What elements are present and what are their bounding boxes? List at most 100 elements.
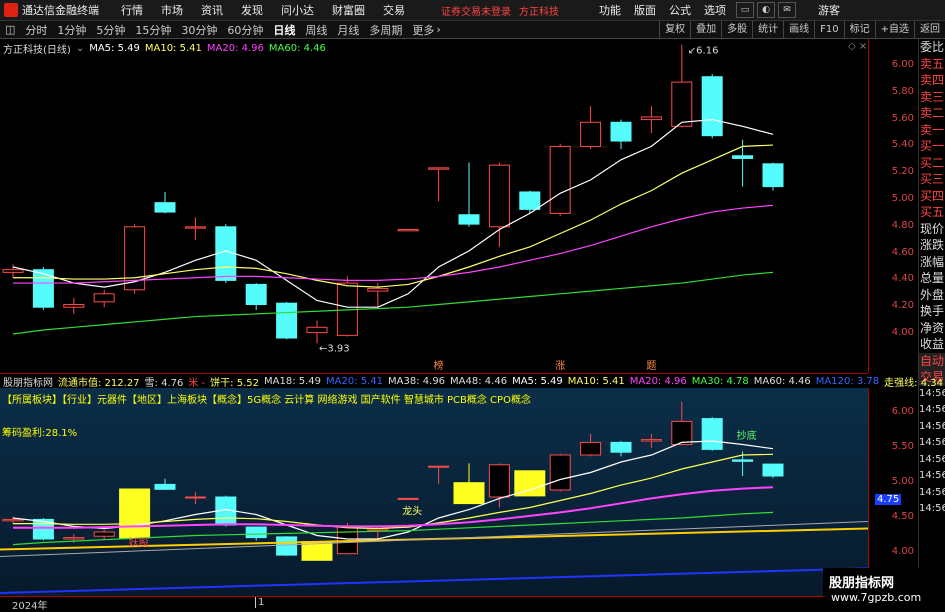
sidebar-label[interactable]: 卖四 <box>919 72 945 89</box>
ind-item: MA30: 4.78 <box>691 375 749 387</box>
trade-time: 14:56 <box>919 404 945 415</box>
sub-candle-body <box>367 528 389 532</box>
login-status[interactable]: 证券交易未登录 <box>441 3 511 18</box>
menu-xuanxiang[interactable]: 选项 <box>704 2 726 18</box>
sub-candle-body <box>154 483 176 490</box>
sidebar-label[interactable]: 净资 <box>919 320 945 337</box>
btn-diejia[interactable]: 叠加 <box>690 20 721 39</box>
sub-candle-body <box>701 418 723 450</box>
watermark-url: www.7gpzb.com <box>831 591 922 604</box>
guest-user[interactable]: 游客 <box>818 2 840 18</box>
app-title: 通达信金融终端 <box>22 4 99 17</box>
ind-item: MA60: 4.46 <box>753 375 811 387</box>
sidebar-label[interactable]: 总量 <box>919 270 945 287</box>
sub-candle-body <box>610 441 632 453</box>
sub-candle-body <box>245 526 267 539</box>
ind-item: MA120: 3.78 <box>815 375 880 387</box>
menu-zixun[interactable]: 资讯 <box>201 2 223 18</box>
sidebar-label[interactable]: 买四 <box>919 188 945 205</box>
skin-icon[interactable]: ◐ <box>757 2 775 18</box>
menu-jiaoyi[interactable]: 交易 <box>383 2 405 18</box>
period-monthly[interactable]: 月线 <box>337 22 359 38</box>
price-tick: 4.80 <box>891 219 914 231</box>
sidebar-label[interactable]: 涨幅 <box>919 254 945 271</box>
sidebar-label[interactable]: 买一 <box>919 138 945 155</box>
menu-caifuquan[interactable]: 财富圈 <box>332 2 365 18</box>
btn-fuquan[interactable]: 复权 <box>659 20 690 39</box>
toolbar-collapse-icon[interactable]: ◫ <box>5 23 15 36</box>
sub-price-axis: 6.00 5.50 5.00 4.75 4.50 4.00 <box>868 388 918 596</box>
btn-tongji[interactable]: 统计 <box>752 20 783 39</box>
menu-faxian[interactable]: 发现 <box>241 2 263 18</box>
btn-zixuan[interactable]: +自选 <box>874 20 914 39</box>
signal-mark: 榜 <box>434 359 444 372</box>
ma120-line <box>0 567 868 594</box>
period-daily[interactable]: 日线 <box>273 22 295 38</box>
chevron-down-icon[interactable]: ⌄ <box>76 43 84 54</box>
menu-wenxiaoda[interactable]: 问小达 <box>281 2 314 18</box>
quote-sidebar: 委比 卖五 卖四 卖三 卖二 卖一 买一 买二 买三 买四 买五 现价 涨跌 涨幅 总量 外盘 换手 净资 收益 自动… <box>918 39 945 609</box>
chevron-right-icon[interactable]: › <box>436 23 440 36</box>
candle-body <box>397 228 419 232</box>
sidebar-label[interactable]: 涨跌 <box>919 237 945 254</box>
sidebar-label[interactable]: 换手 <box>919 303 945 320</box>
sidebar-label[interactable]: 买五 <box>919 204 945 221</box>
window-mode-icon[interactable]: ▭ <box>736 2 754 18</box>
period-more[interactable]: 更多 <box>412 22 434 38</box>
sidebar-label[interactable]: 卖一 <box>919 122 945 139</box>
signal-label: 龙头 <box>402 505 422 518</box>
candle-body <box>184 226 206 229</box>
signal-label: 妖股 <box>129 536 149 549</box>
sidebar-label[interactable]: 现价 <box>919 221 945 238</box>
price-tick: 5.20 <box>891 166 914 178</box>
sidebar-label[interactable]: 买二 <box>919 155 945 172</box>
period-multi[interactable]: 多周期 <box>369 22 402 38</box>
sidebar-label[interactable]: 卖五 <box>919 56 945 73</box>
ind-item: 雪: 4.76 <box>144 377 184 389</box>
candle-body <box>640 116 662 121</box>
candle-body <box>701 76 723 137</box>
period-60min[interactable]: 60分钟 <box>227 22 263 38</box>
trade-time: 14:56 <box>919 437 945 448</box>
watermark-brand: 股朋指标网 <box>829 576 895 591</box>
sub-candle-body <box>119 488 151 539</box>
sidebar-tab[interactable]: 自动 <box>919 352 945 369</box>
candle-body <box>610 121 632 142</box>
sidebar-label[interactable]: 买三 <box>919 171 945 188</box>
candle-body <box>367 287 389 292</box>
main-kline-chart[interactable]: ↙6.16 ←3.93 榜 涨 题 <box>0 39 868 373</box>
sub-price-tick: 5.00 <box>891 476 914 487</box>
period-5min[interactable]: 5分钟 <box>96 22 125 38</box>
ma20-value: MA20: 4.96 <box>206 42 264 54</box>
period-30min[interactable]: 30分钟 <box>181 22 217 38</box>
menu-shichang[interactable]: 市场 <box>161 2 183 18</box>
btn-f10[interactable]: F10 <box>814 20 843 39</box>
sidebar-label[interactable]: 卖三 <box>919 89 945 106</box>
ind-item: 走强线: 4.34 <box>884 377 943 389</box>
watermark: 股朋指标网 www.7gpzb.com <box>823 568 945 609</box>
concept-tags: 【所属板块】【行业】元器件【地区】上海板块【概念】5G概念 云计算 网络游戏 国… <box>2 395 531 406</box>
menu-hangqing[interactable]: 行情 <box>121 2 143 18</box>
sidebar-label[interactable]: 委比 <box>919 39 945 56</box>
sub-candle-body <box>93 531 115 537</box>
btn-duogu[interactable]: 多股 <box>721 20 752 39</box>
btn-huaxian[interactable]: 画线 <box>783 20 814 39</box>
sidebar-label[interactable]: 收益 <box>919 336 945 353</box>
sub-indicator-panel[interactable]: 妖股 龙头 抄底 <box>0 388 868 596</box>
menu-gongneng[interactable]: 功能 <box>599 2 621 18</box>
message-icon[interactable]: ✉ <box>778 2 796 18</box>
indicator-name[interactable]: 股朋指标网 <box>3 374 53 389</box>
candle-body <box>458 214 480 225</box>
period-fenshi[interactable]: 分时 <box>25 22 47 38</box>
btn-fanhui[interactable]: 返回 <box>914 20 945 39</box>
settings-icon[interactable]: ◇ × <box>848 41 867 52</box>
sidebar-label[interactable]: 外盘 <box>919 287 945 304</box>
menu-gongshi[interactable]: 公式 <box>669 2 691 18</box>
period-15min[interactable]: 15分钟 <box>135 22 171 38</box>
period-1min[interactable]: 1分钟 <box>57 22 86 38</box>
sidebar-label[interactable]: 卖二 <box>919 105 945 122</box>
period-weekly[interactable]: 周线 <box>305 22 327 38</box>
menu-banmian[interactable]: 版面 <box>634 2 656 18</box>
btn-biaoji[interactable]: 标记 <box>843 20 875 39</box>
price-tick: 5.60 <box>891 112 914 124</box>
